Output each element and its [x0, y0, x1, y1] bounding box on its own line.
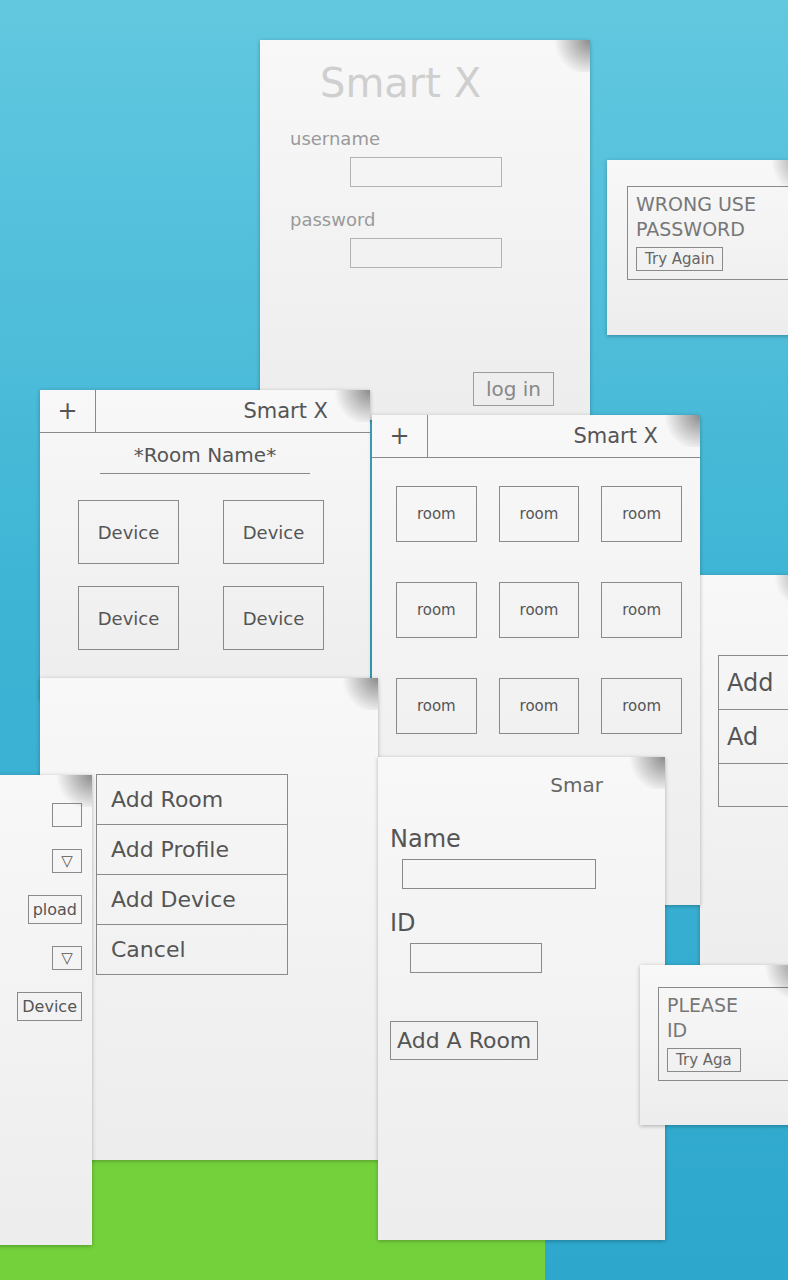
menu-item[interactable]: Cancel — [97, 924, 287, 974]
room-tile[interactable]: room — [396, 678, 477, 734]
left-button[interactable]: Device — [17, 992, 82, 1021]
right-menu: AddAd — [718, 655, 788, 807]
username-field[interactable] — [350, 157, 502, 187]
add-room-button[interactable]: Add A Room — [390, 1021, 538, 1060]
form-label: Name — [390, 825, 645, 853]
menu-item[interactable]: Add Profile — [97, 824, 287, 874]
app-header: + Smart X — [372, 415, 700, 458]
device-tile[interactable]: Device — [223, 586, 324, 650]
room-tile[interactable]: room — [396, 582, 477, 638]
username-label: username — [290, 128, 554, 149]
add-button[interactable]: + — [372, 415, 428, 457]
error-line: PASSWORD — [636, 218, 788, 241]
try-again-button[interactable]: Try Aga — [667, 1048, 741, 1072]
room-tile[interactable]: room — [601, 582, 682, 638]
login-title: Smart X — [320, 60, 554, 106]
error-line: ID — [667, 1019, 788, 1042]
try-again-button[interactable]: Try Again — [636, 247, 723, 271]
error-line: WRONG USE — [636, 193, 788, 216]
left-partial-sheet: ▽ pload ▽ Device — [0, 775, 92, 1245]
device-tile[interactable]: Device — [78, 586, 179, 650]
device-tile[interactable]: Device — [78, 500, 179, 564]
menu-item[interactable]: Add Device — [97, 874, 287, 924]
device-tile[interactable]: Device — [223, 500, 324, 564]
dropdown-toggle[interactable]: ▽ — [52, 849, 82, 873]
left-button[interactable]: pload — [28, 895, 82, 924]
login-button[interactable]: log in — [473, 372, 554, 406]
app-title: Smart X — [243, 399, 370, 423]
room-view-sheet: +Smart X*Room Name*DeviceDeviceDeviceDev… — [40, 390, 370, 700]
menu-list: Add RoomAdd ProfileAdd DeviceCancel — [96, 774, 288, 975]
form-label: ID — [390, 909, 645, 937]
room-tile[interactable]: room — [396, 486, 477, 542]
room-tile[interactable]: room — [601, 678, 682, 734]
dropdown-toggle[interactable]: ▽ — [52, 946, 82, 970]
form-header: Smar — [390, 757, 645, 805]
wall: Smart X username password log in WRONG USEPA… — [0, 0, 788, 1280]
device-grid: Device Device Device Device — [40, 474, 370, 650]
room-name: *Room Name* — [100, 443, 310, 474]
form-field[interactable] — [402, 859, 596, 889]
room-tile[interactable]: room — [499, 582, 580, 638]
add-button[interactable]: + — [40, 390, 96, 432]
room-grid: room room room room room room room room room — [372, 458, 700, 734]
right-menu-item[interactable]: Add — [719, 655, 788, 709]
password-field[interactable] — [350, 238, 502, 268]
error-line: PLEASE — [667, 994, 788, 1017]
login-error-sheet: WRONG USEPASSWORD Try Again — [607, 160, 788, 335]
room-tile[interactable]: room — [601, 486, 682, 542]
room-tile[interactable]: room — [499, 486, 580, 542]
login-sheet: Smart X username password log in — [260, 40, 590, 420]
right-menu-empty — [719, 763, 788, 806]
form-field[interactable] — [410, 943, 542, 973]
right-menu-item[interactable]: Ad — [719, 709, 788, 763]
error-box: PLEASEID Try Aga — [658, 987, 788, 1081]
add-room-form-sheet: Smar Name ID Add A Room — [378, 757, 665, 1240]
error-box: WRONG USEPASSWORD Try Again — [627, 186, 788, 280]
menu-item[interactable]: Add Room — [97, 774, 287, 824]
app-header: + Smart X — [40, 390, 370, 433]
right-partial-sheet: AddAd — [700, 575, 788, 970]
id-error-sheet: PLEASEID Try Aga — [640, 965, 788, 1125]
password-label: password — [290, 209, 554, 230]
room-tile[interactable]: room — [499, 678, 580, 734]
app-title: Smart X — [573, 424, 700, 448]
left-top-box — [52, 803, 82, 827]
